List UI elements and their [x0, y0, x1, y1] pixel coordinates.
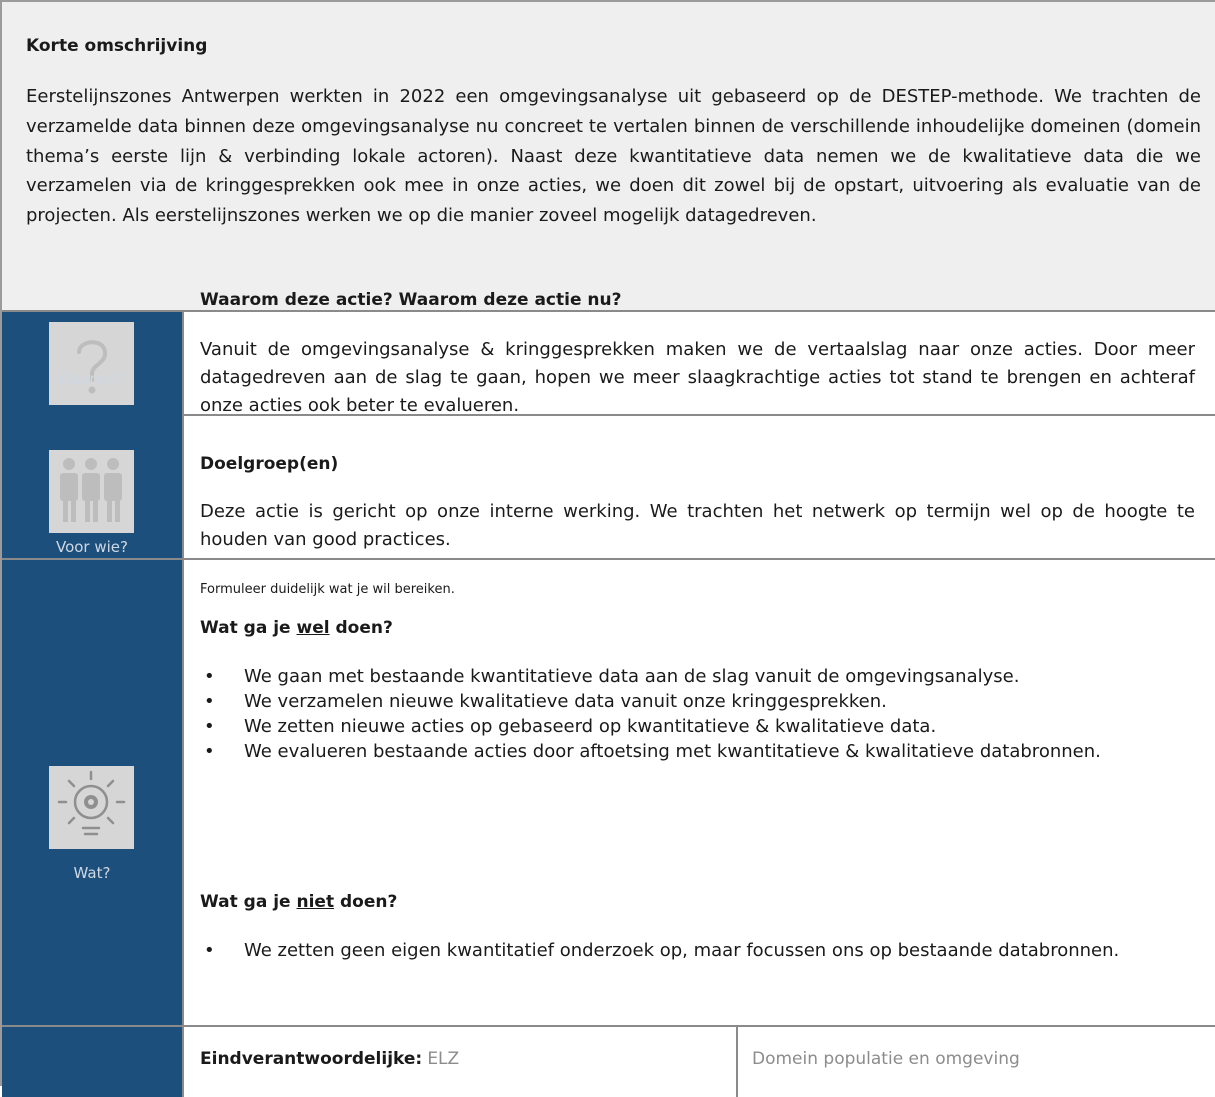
list-item-text: We zetten nieuwe acties op gebaseerd op … — [244, 716, 937, 737]
side-verantwoordelijke — [2, 1027, 184, 1097]
hint-text: Formuleer duidelijk wat je wil bereiken. — [200, 582, 455, 597]
side-wat: Wat? — [2, 560, 184, 1025]
text-waarom: Vanuit de omgevingsanalyse & kringgespre… — [200, 339, 1195, 416]
list-item-text: We verzamelen nieuwe kwalitatieve data v… — [244, 691, 887, 712]
side-voor-wie: Voor wie? — [2, 414, 184, 558]
side-waarom: Waarom? — [2, 312, 184, 414]
heading-wel-prefix: Wat ga je — [200, 618, 297, 638]
bullet-icon: • — [204, 940, 215, 961]
heading-wel-suffix: doen? — [329, 618, 393, 638]
list-item-text: We evalueren bestaande acties door aftoe… — [244, 741, 1101, 762]
wel-list: • We gaan met bestaande kwantitatieve dat… — [200, 664, 1195, 764]
heading-wel: Wat ga je wel doen? — [200, 618, 393, 638]
heading-doelgroep: Doelgroep(en) — [200, 454, 339, 474]
heading-niet-suffix: doen? — [334, 892, 398, 912]
list-item-text: We zetten geen eigen kwantitatief onderz… — [244, 940, 1120, 961]
summary-text: Eerstelijnszones Antwerpen werkten in 20… — [26, 86, 1201, 227]
bullet-icon: • — [204, 666, 215, 687]
action-sheet: Korte omschrijving Eerstelijnszones Antw… — [0, 0, 1215, 1097]
heading-niet-underlined: niet — [296, 892, 335, 912]
row-voor-wie: Voor wie? Doelgroep(en) Deze actie is ge… — [2, 414, 1215, 560]
heading-wel-underlined: wel — [296, 618, 330, 638]
niet-list: • We zetten geen eigen kwantitatief onder… — [200, 938, 1195, 963]
list-item: • We verzamelen nieuwe kwalitatieve data … — [200, 689, 1195, 714]
side-label-waarom: Waarom? — [57, 370, 127, 388]
value-eindverantwoordelijke: ELZ — [427, 1049, 460, 1069]
text-doelgroep: Deze actie is gericht op onze interne we… — [200, 501, 1195, 550]
list-item: • We gaan met bestaande kwantitatieve dat… — [200, 664, 1195, 689]
label-eindverantwoordelijke: Eindverantwoordelijke: — [200, 1049, 423, 1069]
row-waarom: Waarom? Waarom deze actie? Waarom deze a… — [2, 290, 1215, 416]
side-label-wat: Wat? — [73, 864, 111, 882]
content-verantwoordelijke: Eindverantwoordelijke: ELZ — [200, 1049, 1195, 1069]
lightbulb-gear-icon — [49, 766, 134, 849]
cell-divider — [736, 1027, 738, 1097]
side-label-voor-wie: Voor wie? — [55, 538, 128, 556]
bullet-icon: • — [204, 716, 215, 737]
people-icon — [49, 450, 134, 533]
row-wat: Wat? Formuleer duidelijk wat je wil bere… — [2, 560, 1215, 1027]
list-item: • We zetten geen eigen kwantitatief onder… — [200, 938, 1195, 963]
heading-niet: Wat ga je niet doen? — [200, 892, 397, 912]
heading-niet-prefix: Wat ga je — [200, 892, 297, 912]
heading-waarom: Waarom deze actie? Waarom deze actie nu? — [200, 290, 622, 310]
list-item: • We zetten nieuwe acties op gebaseerd op… — [200, 714, 1195, 739]
row-verantwoordelijke: Eindverantwoordelijke: ELZ Domein popula… — [2, 1027, 1215, 1097]
list-item: • We evalueren bestaande acties door afto… — [200, 739, 1195, 764]
summary-title: Korte omschrijving — [26, 36, 208, 56]
summary-section: Korte omschrijving Eerstelijnszones Antw… — [2, 2, 1215, 312]
domain-label: Domein populatie en omgeving — [752, 1049, 1020, 1069]
question-icon — [49, 322, 134, 405]
bullet-icon: • — [204, 691, 215, 712]
bullet-icon: • — [204, 741, 215, 762]
list-item-text: We gaan met bestaande kwantitatieve data… — [244, 666, 1020, 687]
